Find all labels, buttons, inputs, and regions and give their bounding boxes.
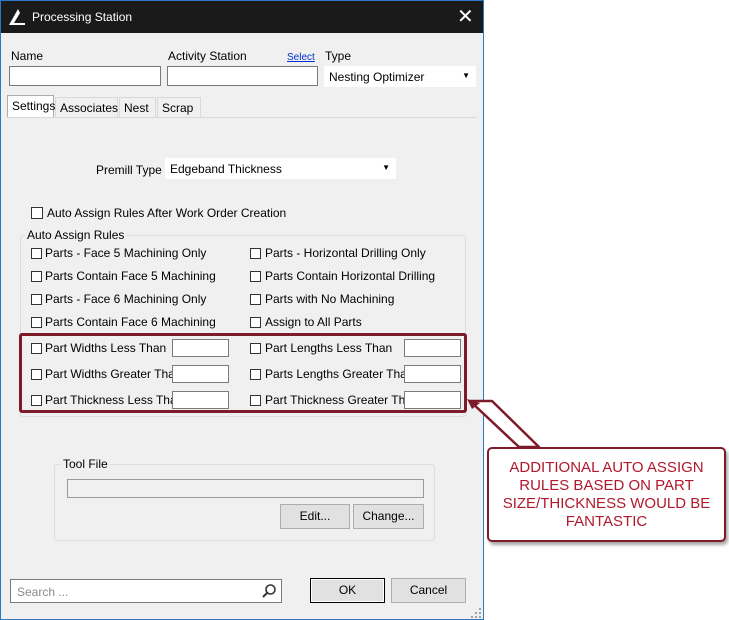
activity-station-label: Activity Station — [168, 49, 247, 63]
rule-contain-horiz-drill-checkbox[interactable] — [250, 271, 261, 282]
tab-settings[interactable]: Settings — [7, 95, 55, 117]
auto-assign-rules-title: Auto Assign Rules — [25, 228, 127, 242]
tool-file-title: Tool File — [61, 457, 110, 471]
tool-file-path — [67, 479, 424, 498]
rule-face6-only-checkbox[interactable] — [31, 294, 42, 305]
rule-contain-face6-checkbox[interactable] — [31, 317, 42, 328]
search-input[interactable]: Search ... — [10, 579, 282, 603]
rule-face5-only-label: Parts - Face 5 Machining Only — [45, 246, 207, 260]
name-input[interactable] — [9, 66, 161, 86]
callout-line: FANTASTIC — [565, 513, 648, 530]
rule-contain-face6-label: Parts Contain Face 6 Machining — [45, 315, 216, 329]
cancel-button[interactable]: Cancel — [391, 578, 466, 603]
callout-pointer-arrow — [467, 399, 541, 449]
rule-contain-horiz-drill-label: Parts Contain Horizontal Drilling — [265, 269, 436, 283]
select-link[interactable]: Select — [287, 52, 315, 63]
premill-type-dropdown[interactable]: Edgeband Thickness ▼ — [165, 158, 396, 179]
type-label: Type — [325, 49, 352, 63]
rule-all-parts-label: Assign to All Parts — [265, 315, 362, 329]
processing-station-window: Processing Station ✕ Name Activity Stati… — [0, 0, 484, 620]
premill-type-value: Edgeband Thickness — [170, 162, 282, 176]
rule-all-parts-checkbox[interactable] — [250, 317, 261, 328]
auto-assign-after-wo-label: Auto Assign Rules After Work Order Creat… — [47, 206, 287, 220]
annotation-callout: ADDITIONAL AUTO ASSIGN RULES BASED ON PA… — [487, 447, 726, 542]
callout-line: RULES BASED ON PART — [519, 477, 694, 494]
type-dropdown[interactable]: Nesting Optimizer ▼ — [324, 66, 476, 87]
tab-associates[interactable]: Associates — [55, 97, 118, 117]
search-icon[interactable] — [261, 583, 277, 599]
search-placeholder: Search ... — [17, 585, 69, 599]
rule-contain-face5-checkbox[interactable] — [31, 271, 42, 282]
name-label: Name — [11, 49, 44, 63]
window-title: Processing Station — [32, 10, 133, 24]
annotation-highlight-box — [19, 333, 467, 413]
rule-no-machining-checkbox[interactable] — [250, 294, 261, 305]
callout-line: ADDITIONAL AUTO ASSIGN — [509, 459, 704, 476]
close-icon[interactable]: ✕ — [457, 7, 474, 27]
chevron-down-icon: ▼ — [382, 163, 390, 172]
rule-face5-only-checkbox[interactable] — [31, 248, 42, 259]
type-dropdown-value: Nesting Optimizer — [329, 70, 425, 84]
app-logo-icon — [9, 9, 25, 25]
rule-horiz-drill-only-checkbox[interactable] — [250, 248, 261, 259]
tab-scrap[interactable]: Scrap — [157, 97, 201, 117]
chevron-down-icon: ▼ — [462, 71, 470, 80]
auto-assign-after-wo-checkbox[interactable] — [31, 207, 43, 219]
tab-nest[interactable]: Nest — [119, 97, 156, 117]
tool-file-group: Tool File — [54, 457, 435, 541]
rule-face6-only-label: Parts - Face 6 Machining Only — [45, 292, 207, 306]
edit-button[interactable]: Edit... — [280, 504, 350, 529]
rule-no-machining-label: Parts with No Machining — [265, 292, 395, 306]
callout-line: SIZE/THICKNESS WOULD BE — [502, 495, 711, 512]
activity-station-input[interactable] — [167, 66, 318, 86]
change-button[interactable]: Change... — [353, 504, 424, 529]
premill-type-label: Premill Type — [96, 163, 162, 177]
rule-horiz-drill-only-label: Parts - Horizontal Drilling Only — [265, 246, 426, 260]
ok-button[interactable]: OK — [310, 578, 385, 603]
rule-contain-face5-label: Parts Contain Face 5 Machining — [45, 269, 216, 283]
title-bar: Processing Station ✕ — [1, 1, 483, 33]
resize-grip-icon[interactable] — [470, 607, 482, 619]
